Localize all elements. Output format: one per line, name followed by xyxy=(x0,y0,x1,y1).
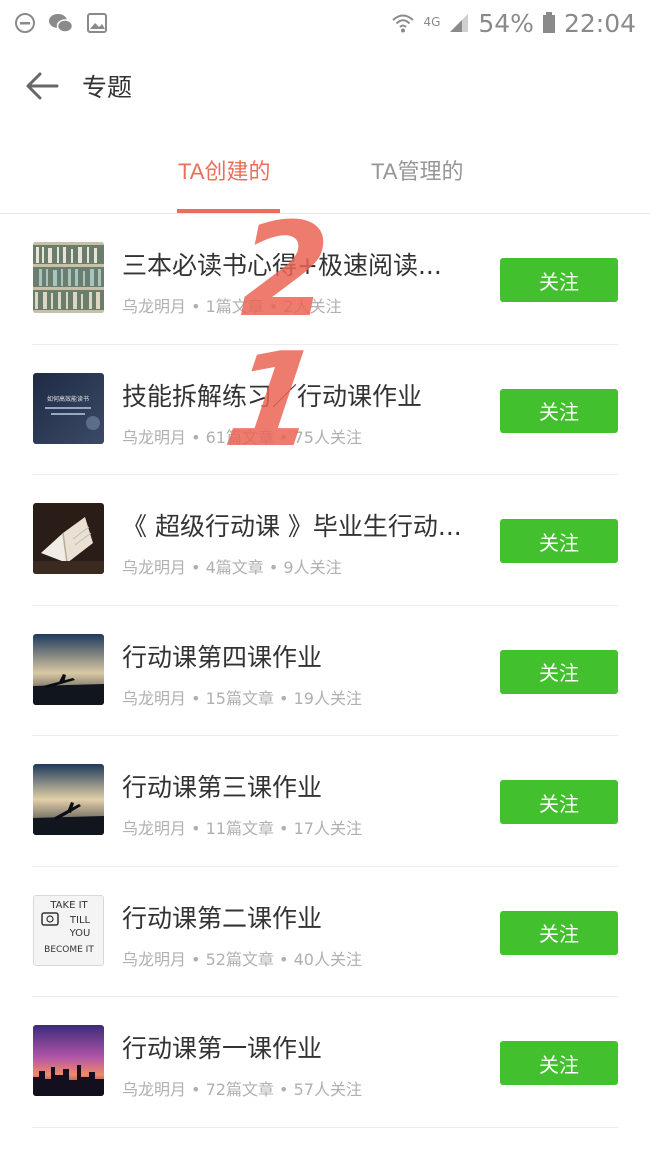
list-item[interactable]: 行动课第一课作业 乌龙明月 • 72篇文章 • 57人关注 关注 xyxy=(0,997,650,1128)
collection-title[interactable]: 《 超级行动课 》毕业生行动... xyxy=(122,507,472,543)
wechat-icon xyxy=(49,14,74,33)
follow-button[interactable]: 关注 xyxy=(500,1041,618,1085)
collection-meta: 乌龙明月 • 61篇文章 • 75人关注 xyxy=(122,427,362,447)
clock: 22:04 xyxy=(563,8,636,38)
thumbnail-open-book xyxy=(33,503,104,574)
back-arrow-icon xyxy=(26,72,59,100)
tab-managed[interactable]: TA管理的 xyxy=(371,154,463,186)
thumbnail-poster: TAKE IT TILL YOU BECOME IT xyxy=(33,894,104,966)
poster-line-3: YOU xyxy=(69,928,91,939)
image-icon xyxy=(87,13,107,33)
network-type: 4G xyxy=(423,14,441,29)
collection-meta: 乌龙明月 • 72篇文章 • 57人关注 xyxy=(122,1080,362,1099)
list-item[interactable]: 三本必读书心得+极速阅读... 乌龙明月 • 1篇文章 • 2人关注 关注 xyxy=(0,214,650,345)
collection-meta: 乌龙明月 • 1篇文章 • 2人关注 xyxy=(122,297,342,316)
list-item[interactable]: 《 超级行动课 》毕业生行动... 乌龙明月 • 4篇文章 • 9人关注 关注 xyxy=(0,475,650,606)
list-item[interactable]: 如何高效能读书 技能拆解练习／行动课作业 乌龙明月 • 61篇文章 • 75人关… xyxy=(0,345,650,476)
follow-button[interactable]: 关注 xyxy=(500,258,618,302)
do-not-disturb-icon xyxy=(15,13,35,33)
status-bar: 4G 54% 22:04 xyxy=(0,0,650,46)
list-item[interactable]: 行动课第三课作业 乌龙明月 • 11篇文章 • 17人关注 关注 xyxy=(0,736,650,867)
poster-line-4: BECOME IT xyxy=(44,945,94,955)
collection-meta: 乌龙明月 • 52篇文章 • 40人关注 xyxy=(122,949,362,969)
collection-meta: 乌龙明月 • 4篇文章 • 9人关注 xyxy=(122,558,342,577)
back-button[interactable] xyxy=(12,56,72,116)
tab-bar: TA创建的 TA管理的 xyxy=(0,140,650,214)
follow-button[interactable]: 关注 xyxy=(500,388,618,433)
follow-button[interactable]: 关注 xyxy=(500,649,618,694)
thumbnail-sunset-plane xyxy=(33,764,104,835)
thumbnail-bookshelf xyxy=(33,242,104,313)
tab-indicator xyxy=(177,209,280,213)
collection-title[interactable]: 三本必读书心得+极速阅读... xyxy=(122,246,472,282)
list-item[interactable]: 行动课第四课作业 乌龙明月 • 15篇文章 • 19人关注 关注 xyxy=(0,606,650,737)
list-item[interactable]: TAKE IT TILL YOU BECOME IT 行动课第二课作业 乌龙明月… xyxy=(0,867,650,998)
collection-meta: 乌龙明月 • 15篇文章 • 19人关注 xyxy=(122,688,362,708)
header: 专题 xyxy=(0,46,650,126)
collection-title[interactable]: 行动课第二课作业 xyxy=(122,899,472,935)
follow-button[interactable]: 关注 xyxy=(500,910,618,955)
collection-title[interactable]: 技能拆解练习／行动课作业 xyxy=(122,377,472,413)
collection-list: 三本必读书心得+极速阅读... 乌龙明月 • 1篇文章 • 2人关注 关注 如何… xyxy=(0,214,650,1128)
poster-line-2: TILL xyxy=(69,915,91,926)
battery-icon xyxy=(542,12,555,33)
thumbnail-caption: 如何高效能读书 xyxy=(47,395,89,403)
follow-button[interactable]: 关注 xyxy=(500,519,618,563)
collection-meta: 乌龙明月 • 11篇文章 • 17人关注 xyxy=(122,819,362,838)
collection-title[interactable]: 行动课第四课作业 xyxy=(122,638,472,674)
battery-level: 54% xyxy=(478,8,534,38)
collection-title[interactable]: 行动课第三课作业 xyxy=(122,768,472,804)
page-title: 专题 xyxy=(82,73,133,102)
signal-icon xyxy=(450,14,469,32)
tab-created[interactable]: TA创建的 xyxy=(178,154,270,186)
collection-title[interactable]: 行动课第一课作业 xyxy=(122,1029,472,1065)
thumbnail-sunset-plane xyxy=(33,633,104,705)
thumbnail-reading-graphic: 如何高效能读书 xyxy=(33,372,104,444)
wifi-icon xyxy=(392,14,415,33)
thumbnail-city-dusk xyxy=(33,1025,104,1096)
follow-button[interactable]: 关注 xyxy=(500,780,618,824)
poster-line-1: TAKE IT xyxy=(49,900,88,911)
